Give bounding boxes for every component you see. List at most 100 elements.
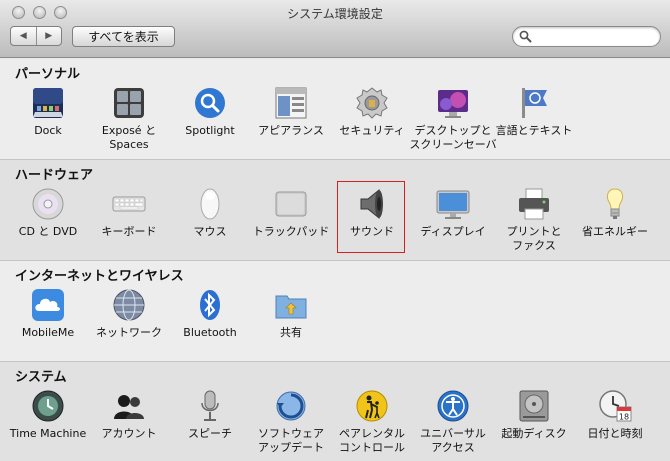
- pref-label: Spotlight: [185, 124, 235, 137]
- pref-label: セキュリティ: [339, 124, 405, 137]
- pref-time-machine[interactable]: Time Machine: [7, 389, 89, 461]
- universal-access-icon: [437, 390, 469, 422]
- pref-keyboard[interactable]: キーボード: [88, 187, 170, 267]
- pref-label: アピアランス: [258, 124, 324, 137]
- print-fax-icon: [519, 188, 549, 220]
- pref-label: 日付と時刻: [587, 427, 643, 440]
- pref-dock[interactable]: Dock: [7, 86, 89, 166]
- desktop-screensaver-icon: [438, 90, 468, 118]
- language-text-icon: [522, 88, 547, 118]
- forward-arrow-icon: ▶: [45, 31, 53, 41]
- pref-mouse[interactable]: マウス: [169, 187, 251, 267]
- pref-language-text[interactable]: 言語とテキスト: [493, 86, 575, 166]
- section-title: パーソナル: [15, 67, 81, 82]
- pref-label: CD と DVD: [18, 225, 78, 238]
- pref-label: スピーチ: [188, 427, 232, 440]
- pref-display[interactable]: ディスプレイ: [412, 187, 494, 267]
- pref-accounts[interactable]: アカウント: [88, 389, 170, 461]
- bluetooth-icon: [200, 290, 220, 320]
- pref-parental-controls[interactable]: ペアレンタル コントロール: [331, 389, 413, 461]
- pref-label: プリントと ファクス: [506, 225, 562, 252]
- pref-label: ソフトウェア アップデート: [258, 427, 324, 454]
- pref-label: マウス: [193, 225, 227, 238]
- window-title: システム環境設定: [287, 7, 383, 21]
- pref-label: ディスプレイ: [420, 225, 486, 238]
- pref-energy-saver[interactable]: 省エネルギー: [574, 187, 656, 267]
- sound-icon: [360, 188, 383, 220]
- section-title: インターネットとワイヤレス: [15, 269, 184, 284]
- pref-label: 共有: [280, 326, 302, 339]
- display-icon: [436, 190, 470, 219]
- pref-desktop-screensaver[interactable]: デスクトップと スクリーンセーバ: [409, 86, 497, 166]
- back-button[interactable]: ◀: [11, 27, 36, 45]
- section-hardware: ハードウェア CD と DVD キーボード マウス トラックパッド サウンド デ…: [0, 160, 670, 261]
- mouse-icon: [200, 188, 220, 220]
- calendar-day: 18: [619, 413, 629, 422]
- title-bar: システム環境設定 ◀ ▶ すべてを表示: [0, 0, 670, 58]
- pref-print-fax[interactable]: プリントと ファクス: [493, 187, 575, 267]
- section-title: ハードウェア: [15, 168, 94, 183]
- show-all-button[interactable]: すべてを表示: [72, 26, 175, 47]
- accounts-icon: [114, 395, 144, 419]
- expose-spaces-icon: [114, 88, 144, 118]
- forward-button[interactable]: ▶: [35, 27, 62, 45]
- network-icon: [113, 289, 145, 321]
- pref-network[interactable]: ネットワーク: [88, 288, 170, 368]
- pref-label: キーボード: [101, 225, 157, 238]
- spotlight-icon: [195, 88, 225, 118]
- software-update-icon: [276, 391, 306, 421]
- startup-disk-icon: [519, 390, 549, 422]
- pref-bluetooth[interactable]: Bluetooth: [169, 288, 251, 368]
- pref-label: Dock: [34, 124, 62, 137]
- pref-label: トラックパッド: [252, 225, 330, 238]
- section-internet-wireless: インターネットとワイヤレス MobileMe ネットワーク Bluetooth …: [0, 261, 670, 362]
- pref-label: MobileMe: [21, 326, 75, 339]
- pref-label: Bluetooth: [183, 326, 237, 339]
- pref-date-time[interactable]: 18 日付と時刻: [574, 389, 656, 461]
- pref-label: Time Machine: [9, 427, 87, 440]
- section-personal: パーソナル Dock Exposé と Spaces Spotlight アピア…: [0, 59, 670, 160]
- pref-label: デスクトップと スクリーンセーバ: [409, 124, 497, 151]
- back-arrow-icon: ◀: [19, 31, 27, 41]
- time-machine-icon: [32, 390, 64, 422]
- pref-spotlight[interactable]: Spotlight: [169, 86, 251, 166]
- pref-label: ネットワーク: [96, 326, 162, 339]
- trackpad-icon: [275, 191, 307, 217]
- speech-icon: [201, 390, 219, 421]
- search-field[interactable]: [512, 26, 661, 47]
- cd-dvd-icon: [32, 188, 64, 220]
- appearance-icon: [275, 87, 307, 119]
- sharing-icon: [275, 295, 307, 319]
- pref-expose-spaces[interactable]: Exposé と Spaces: [88, 86, 170, 166]
- date-time-icon: 18: [599, 390, 632, 422]
- section-title: システム: [15, 370, 67, 385]
- pref-sharing[interactable]: 共有: [250, 288, 332, 368]
- pref-startup-disk[interactable]: 起動ディスク: [493, 389, 575, 461]
- search-icon: [519, 30, 532, 43]
- pref-sound[interactable]: サウンド: [331, 181, 413, 267]
- section-system: システム Time Machine アカウント スピーチ ソフトウェア アップデ…: [0, 362, 670, 461]
- pref-label: サウンド: [350, 225, 394, 238]
- pref-label: ユニバーサル アクセス: [420, 427, 486, 454]
- pref-label: ペアレンタル コントロール: [339, 427, 405, 454]
- back-forward-control: ◀ ▶: [10, 26, 62, 46]
- pref-label: 省エネルギー: [582, 225, 648, 238]
- pref-speech[interactable]: スピーチ: [169, 389, 251, 461]
- security-icon: [356, 87, 388, 119]
- dock-icon: [33, 88, 63, 118]
- pref-mobileme[interactable]: MobileMe: [7, 288, 89, 368]
- pref-appearance[interactable]: アピアランス: [250, 86, 332, 166]
- pref-label: 起動ディスク: [501, 427, 567, 440]
- energy-saver-icon: [606, 188, 624, 219]
- mobileme-icon: [32, 289, 64, 321]
- pref-trackpad[interactable]: トラックパッド: [250, 187, 332, 267]
- pref-universal-access[interactable]: ユニバーサル アクセス: [412, 389, 494, 461]
- pref-label: アカウント: [101, 427, 157, 440]
- pref-cd-dvd[interactable]: CD と DVD: [7, 187, 89, 267]
- keyboard-icon: [112, 196, 146, 212]
- pref-security[interactable]: セキュリティ: [331, 86, 413, 166]
- parental-controls-icon: [356, 390, 388, 422]
- pref-label: 言語とテキスト: [495, 124, 573, 137]
- pref-software-update[interactable]: ソフトウェア アップデート: [250, 389, 332, 461]
- pref-label: Exposé と Spaces: [101, 124, 157, 151]
